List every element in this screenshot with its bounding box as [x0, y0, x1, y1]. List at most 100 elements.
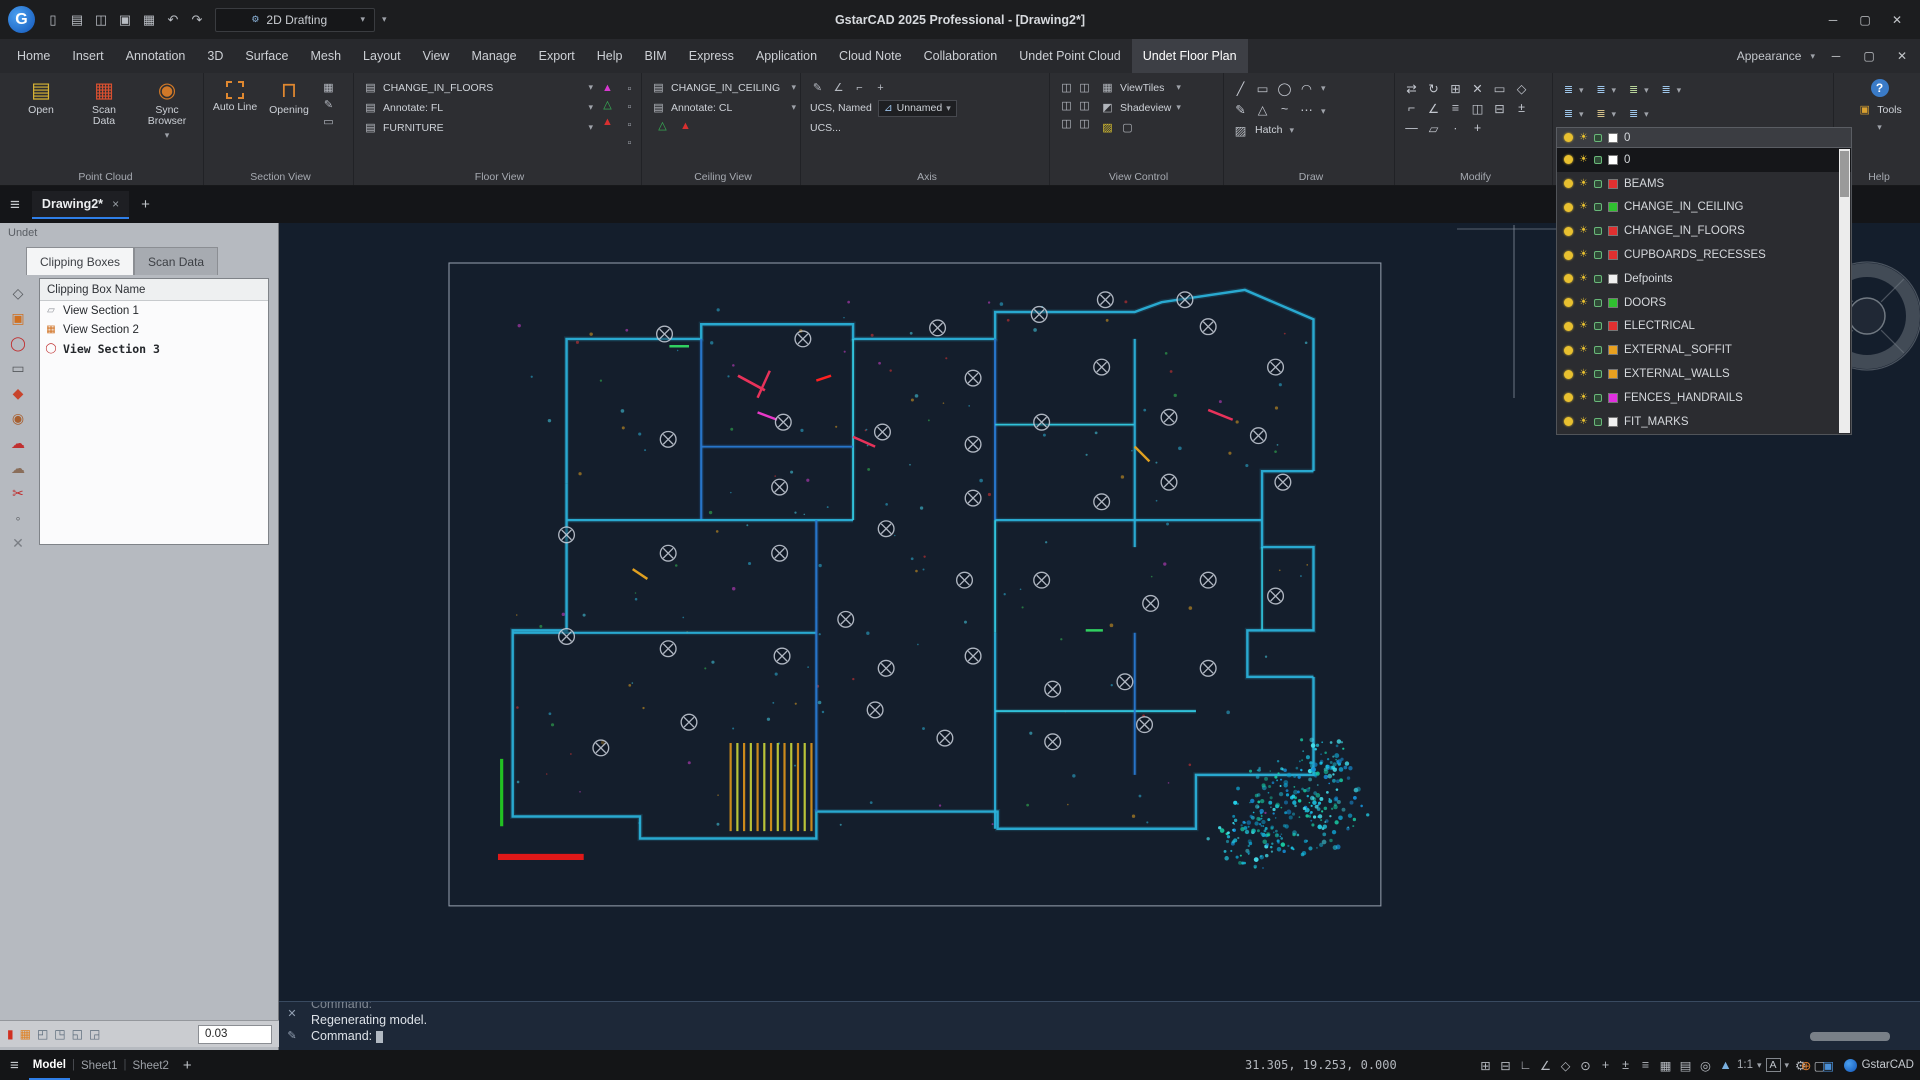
viewtiles-dropdown[interactable]: ▦ ViewTiles ▾ [1100, 79, 1181, 96]
draft-line-icon[interactable]: ✎ [810, 81, 825, 95]
save-icon[interactable]: ◫ [90, 9, 112, 31]
viewport-scale[interactable]: 1:1 [1737, 1059, 1753, 1071]
viewport-config-icon[interactable]: ◫ [1077, 117, 1092, 133]
tab-close-icon[interactable]: × [112, 197, 119, 211]
layer-lock-icon[interactable] [1594, 180, 1602, 188]
layer-lock-icon[interactable] [1594, 370, 1602, 378]
viewport-config-icon[interactable]: ◫ [1077, 81, 1092, 97]
selection-cycling-icon[interactable]: ◎ [1698, 1058, 1713, 1073]
section-grid-icon[interactable]: ▦ [321, 81, 336, 95]
layer-on-icon[interactable] [1564, 133, 1573, 142]
stretch-icon[interactable]: ▭ [1492, 81, 1507, 96]
layer-color-swatch[interactable] [1608, 321, 1618, 331]
block-insert-icon[interactable]: ▫ [622, 82, 637, 96]
otrack-icon[interactable]: + [1598, 1058, 1613, 1072]
auto-line-button[interactable]: Auto Line [213, 79, 257, 166]
annotate-cl-dropdown[interactable]: ▤ Annotate: CL ▾ [651, 99, 796, 116]
viewport-box-icon[interactable]: ▢ [1120, 121, 1135, 135]
layer-row[interactable]: ☀FIT_MARKS [1557, 410, 1851, 434]
menu-tab-mesh[interactable]: Mesh [299, 39, 352, 73]
layer-scrollbar[interactable] [1839, 149, 1850, 433]
polar-icon[interactable]: ∠ [1538, 1058, 1553, 1073]
layer-color-swatch[interactable] [1608, 417, 1618, 427]
pencil-icon[interactable]: ✎ [287, 1029, 296, 1042]
menu-tab-undet-floor-plan[interactable]: Undet Floor Plan [1132, 39, 1248, 73]
new-layout-button[interactable]: + [183, 1057, 192, 1074]
viewport-bl-icon[interactable]: ◱ [72, 1027, 83, 1041]
layer-freeze-icon[interactable]: ☀ [1579, 369, 1588, 379]
layer-color-swatch[interactable] [1608, 226, 1618, 236]
array-icon[interactable]: ⊞ [1448, 81, 1463, 96]
close-button[interactable]: ✕ [1882, 8, 1912, 32]
layer-off-icon[interactable]: ≣▾ [1594, 107, 1617, 121]
layer-lock-icon[interactable] [1594, 299, 1602, 307]
undo-icon[interactable]: ↶ [162, 9, 184, 31]
layer-on-icon[interactable] [1564, 179, 1573, 188]
layer-on-icon[interactable] [1564, 203, 1573, 212]
osnap-icon[interactable]: ⊙ [1578, 1058, 1593, 1073]
menu-tab-home[interactable]: Home [6, 39, 61, 73]
tab-clipping-boxes[interactable]: Clipping Boxes [26, 247, 134, 275]
layer-color-swatch[interactable] [1608, 369, 1618, 379]
layer-row[interactable]: ☀CUPBOARDS_RECESSES [1557, 243, 1851, 267]
ucs-dropdown[interactable]: ⊿ Unnamed ▾ [878, 100, 957, 117]
wipeout-icon[interactable]: ▫ [622, 136, 637, 150]
menu-tab-insert[interactable]: Insert [61, 39, 114, 73]
layer-properties-icon[interactable]: ≣▾ [1561, 83, 1584, 97]
open-file-icon[interactable]: ▤ [66, 9, 88, 31]
fillet-icon[interactable]: ± [1514, 101, 1529, 115]
clip-box-icon[interactable]: ▣ [11, 310, 24, 326]
layer-freeze-icon[interactable]: ☀ [1579, 226, 1588, 236]
grid-style-icon[interactable]: ▦ [20, 1027, 31, 1041]
scale-icon[interactable]: ◇ [1514, 81, 1529, 96]
layer-isolate-icon[interactable]: ≣▾ [1659, 83, 1682, 97]
doc-restore-button[interactable]: ▢ [1857, 46, 1881, 66]
layer-lock-icon[interactable] [1594, 156, 1602, 164]
minimize-button[interactable]: ─ [1818, 8, 1848, 32]
delete-icon[interactable]: ✕ [12, 535, 24, 551]
menu-tab-3d[interactable]: 3D [196, 39, 234, 73]
layer-freeze-icon[interactable]: ≣▾ [1561, 107, 1584, 121]
point-edit-icon[interactable]: ∙ [1448, 121, 1463, 135]
new-file-icon[interactable]: ▯ [42, 9, 64, 31]
scan-data-button[interactable]: ▦ Scan Data [76, 79, 132, 166]
pencil-icon[interactable]: ✎ [1233, 102, 1248, 117]
save-all-icon[interactable]: ▣ [114, 9, 136, 31]
opening-button[interactable]: ⊓ Opening [264, 79, 314, 166]
print-icon[interactable]: ▦ [138, 9, 160, 31]
clipping-box-row[interactable]: ▱View Section 1 [40, 301, 268, 320]
gem-icon[interactable]: ◆ [13, 385, 24, 401]
layer-lock-icon[interactable] [1594, 134, 1602, 142]
menu-tab-application[interactable]: Application [745, 39, 828, 73]
shadeview-dropdown[interactable]: ◩ Shadeview ▾ [1100, 99, 1181, 116]
menu-tab-undet-point-cloud[interactable]: Undet Point Cloud [1008, 39, 1131, 73]
help-icon[interactable]: ? [1871, 79, 1889, 97]
layer-lock-icon[interactable] [1594, 203, 1602, 211]
menu-icon[interactable]: ≡ [10, 1057, 19, 1074]
layer-on-icon[interactable] [1564, 346, 1573, 355]
annotation-visibility-icon[interactable]: A [1766, 1058, 1781, 1072]
new-tab-button[interactable]: + [141, 196, 150, 213]
display-icon[interactable]: ▣ [1821, 1058, 1836, 1073]
layer-color-swatch[interactable] [1608, 202, 1618, 212]
doc-minimize-button[interactable]: ─ [1824, 46, 1848, 66]
layout-tab-sheet2[interactable]: Sheet2 [128, 1050, 172, 1080]
layer-on-icon[interactable] [1564, 393, 1573, 402]
viewport-br-icon[interactable]: ◲ [89, 1027, 100, 1041]
menu-tab-collaboration[interactable]: Collaboration [913, 39, 1009, 73]
qat-customize-icon[interactable]: ▾ [382, 14, 387, 25]
move-icon[interactable]: ⇄ [1404, 81, 1419, 96]
menu-tab-help[interactable]: Help [586, 39, 634, 73]
cloud-delete-icon[interactable]: ☁ [11, 435, 25, 451]
layer-on-icon[interactable] [1564, 298, 1573, 307]
image-attach-icon[interactable]: ▫ [622, 100, 637, 114]
menu-tab-cloud-note[interactable]: Cloud Note [828, 39, 913, 73]
explode-icon[interactable]: ⊟ [1492, 101, 1507, 116]
layout-tab-sheet1[interactable]: Sheet1 [77, 1050, 121, 1080]
layer-color-swatch[interactable] [1608, 179, 1618, 189]
menu-tab-surface[interactable]: Surface [234, 39, 299, 73]
layer-row[interactable]: ☀EXTERNAL_SOFFIT [1557, 338, 1851, 362]
trim-icon[interactable]: ⌐ [1404, 101, 1419, 115]
layer-on-icon[interactable] [1564, 274, 1573, 283]
layer-color-swatch[interactable] [1608, 250, 1618, 260]
